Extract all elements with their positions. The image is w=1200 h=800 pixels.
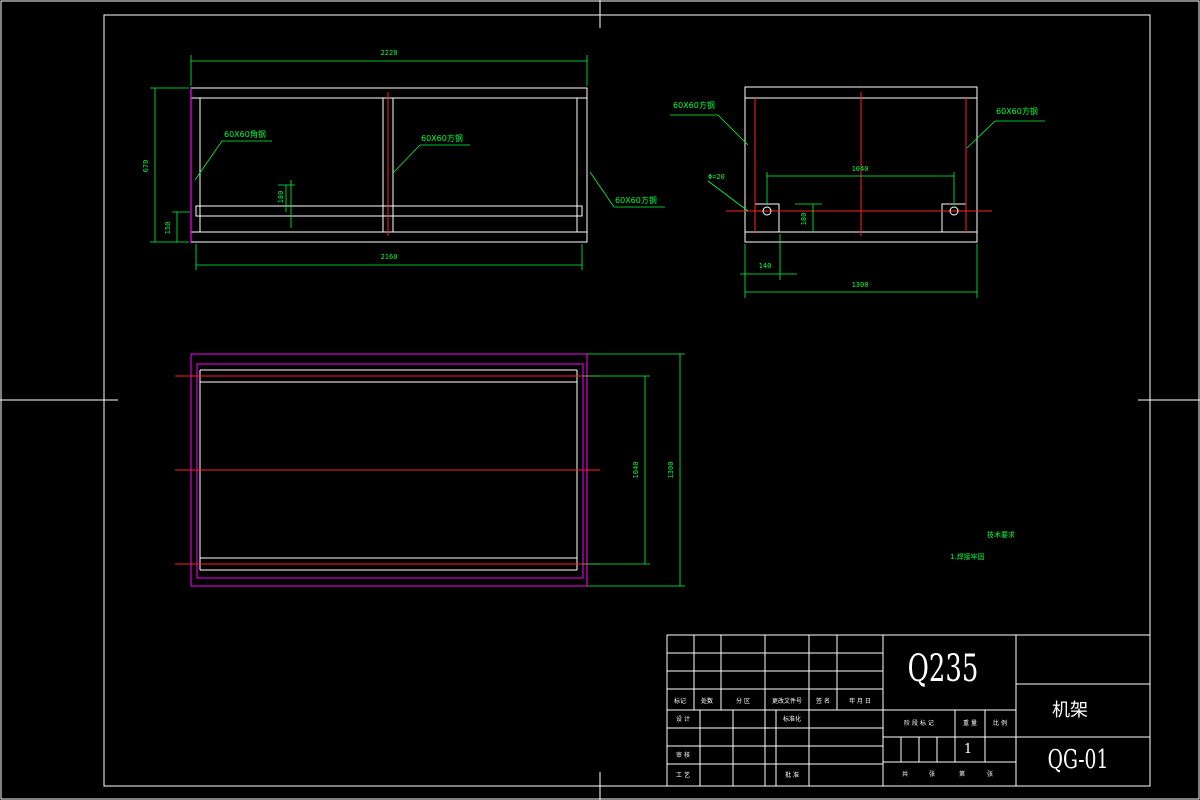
cad-drawing-canvas: 2220 2160 670 150 180 60X60角钢 60X60方钢 60… [0, 0, 1200, 800]
top-outer-dim: 1300 [667, 462, 675, 479]
top-inner-dim: 1040 [632, 462, 640, 479]
side-hole-dia-dim: Φ=20 [708, 173, 725, 181]
front-base-width-dim: 2160 [381, 253, 398, 261]
drawing-frame [0, 0, 1200, 800]
material-value: Q235 [908, 646, 979, 690]
tb-designer-label: 设 计 [676, 715, 690, 723]
side-span-dim: 1040 [852, 165, 869, 173]
tb-signature-label: 签 名 [816, 697, 830, 705]
tech-notes-title: 技术要求 [987, 530, 1015, 539]
tb-date-label: 年 月 日 [849, 697, 871, 705]
tech-notes: 技术要求 1.焊接牢固 [950, 530, 1015, 561]
front-left-tube-callout: 60X60角钢 [224, 129, 266, 139]
tb-count-label: 处数 [701, 697, 713, 705]
tb-page-label: 第 [959, 770, 965, 778]
top-view: 1040 1300 [175, 353, 685, 587]
tb-stage-mark-label: 阶 段 标 记 [904, 719, 934, 727]
tb-approve-label: 批 准 [785, 771, 799, 779]
title-block: 标记 处数 分 区 更改文件号 签 名 年 月 日 设 计 标准化 审 核 工 … [666, 634, 1151, 787]
side-view: 1040 1300 140 180 Φ=20 60X60方钢 60X60方钢 [670, 86, 1045, 298]
tb-checker-label: 审 核 [676, 751, 690, 759]
front-overall-width-dim: 2220 [381, 49, 398, 57]
front-right-tube-callout: 60X60方钢 [615, 195, 657, 205]
front-base-height-dim: 150 [164, 222, 172, 235]
front-mid-tube-callout: 60X60方钢 [421, 133, 463, 143]
tb-mark-label: 标记 [674, 697, 686, 705]
side-left-tube-callout: 60X60方钢 [673, 100, 715, 110]
side-overall-dim: 1300 [852, 281, 869, 289]
tb-scale-label: 比 例 [993, 719, 1007, 727]
drawing-number: QG-01 [1048, 745, 1109, 775]
tb-zone-label: 分 区 [736, 697, 750, 705]
front-rail-height-dim: 180 [277, 191, 285, 204]
tb-process-label: 工 艺 [676, 771, 690, 779]
tb-weight-label: 重 量 [963, 719, 977, 727]
front-height-dim: 670 [142, 160, 150, 173]
tb-standardize-label: 标准化 [783, 715, 801, 723]
tb-page-sheet-label: 张 [987, 770, 993, 778]
side-hole-height-dim: 180 [800, 213, 808, 226]
tech-notes-item-1: 1.焊接牢固 [950, 552, 985, 561]
part-name: 机架 [1052, 700, 1088, 721]
side-offset-dim: 140 [759, 262, 772, 270]
front-view: 2220 2160 670 150 180 60X60角钢 60X60方钢 60… [142, 49, 665, 270]
tb-change-doc-label: 更改文件号 [772, 697, 802, 705]
side-right-tube-callout: 60X60方钢 [996, 106, 1038, 116]
tb-total-label: 共 [902, 770, 908, 778]
scale-value: 1 [964, 742, 972, 757]
tb-sheet-label: 张 [929, 770, 935, 778]
